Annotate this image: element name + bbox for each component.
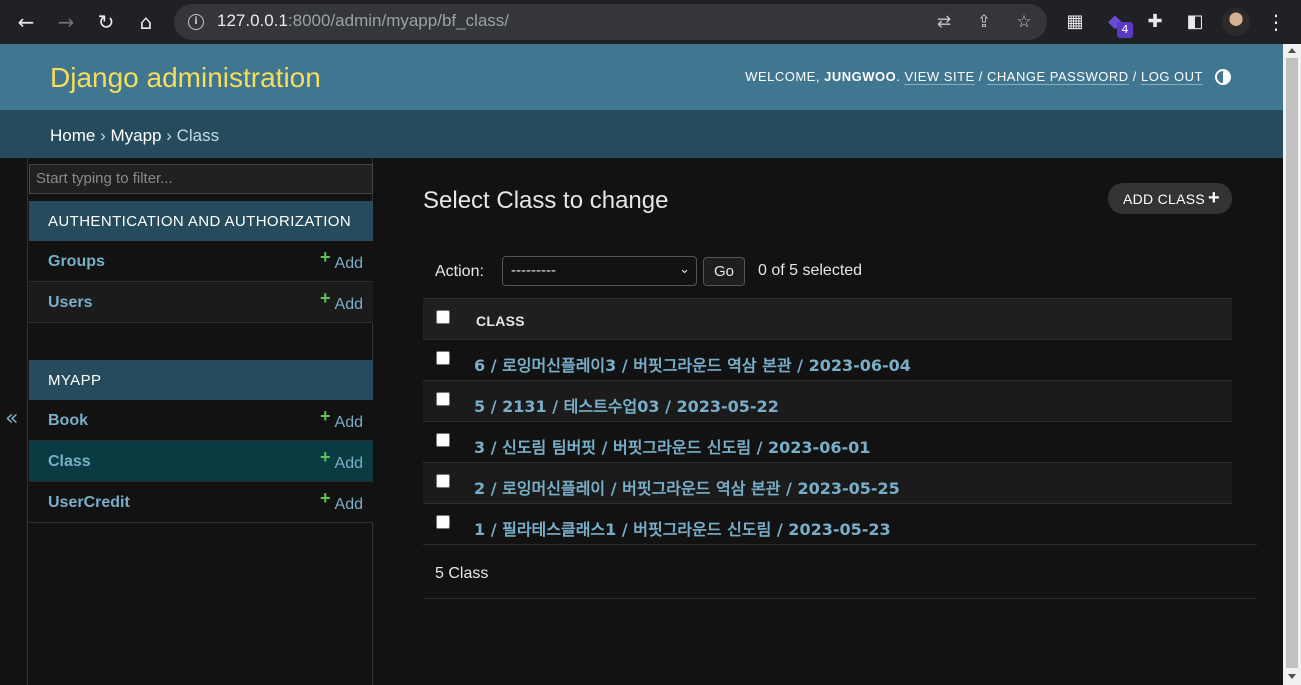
welcome-text: Welcome, — [745, 69, 820, 84]
add-users-link[interactable]: + Add — [320, 288, 363, 314]
table-row: 6 / 로잉머신플레이3 / 버핏그라운드 역삼 본관 / 2023-06-04 — [423, 340, 1232, 381]
row-checkbox[interactable] — [436, 515, 450, 529]
theme-toggle-icon[interactable] — [1215, 69, 1231, 85]
breadcrumb-home[interactable]: Home — [50, 126, 95, 145]
page-title: Select Class to change — [423, 187, 669, 214]
table-row: 5 / 2131 / 테스트수업03 / 2023-05-22 — [423, 381, 1232, 422]
action-select[interactable]: --------- ⌄ — [502, 256, 697, 286]
paginator: 5 Class — [423, 544, 1257, 599]
sidebar-item-book[interactable]: Book + Add — [29, 400, 373, 441]
add-class-link[interactable]: + Add — [320, 447, 363, 473]
module-myapp-caption[interactable]: Myapp — [29, 360, 373, 400]
user-tools: Welcome, jungwoo. View site / Change pas… — [745, 69, 1203, 85]
plus-icon: + — [1208, 187, 1220, 209]
log-out-link[interactable]: Log out — [1140, 69, 1203, 85]
row-link[interactable]: 5 / 2131 / 테스트수업03 / 2023-05-22 — [474, 393, 779, 417]
actions-bar: Action: --------- ⌄ Go 0 of 5 selected — [423, 243, 1232, 298]
site-branding[interactable]: Django administration — [50, 62, 321, 94]
share-icon[interactable]: ⇪ — [974, 12, 994, 32]
module-auth-caption[interactable]: Authentication and Authorization — [29, 201, 373, 241]
admin-header: Django administration Welcome, jungwoo. … — [0, 44, 1283, 110]
add-book-link[interactable]: + Add — [320, 406, 363, 432]
sidebar-item-groups[interactable]: Groups + Add — [29, 241, 373, 282]
plus-icon: + — [320, 288, 331, 308]
collapse-sidebar-icon[interactable]: « — [5, 406, 18, 431]
home-icon[interactable]: ⌂ — [132, 8, 160, 36]
column-header-class[interactable]: CLASS — [476, 313, 525, 329]
vertical-scrollbar[interactable] — [1283, 44, 1301, 685]
row-checkbox[interactable] — [436, 392, 450, 406]
chevron-down-icon: ⌄ — [679, 261, 690, 276]
extensions-puzzle-icon[interactable]: ✚ — [1143, 10, 1167, 34]
change-password-link[interactable]: Change password — [987, 69, 1129, 85]
table-row: 1 / 필라테스클래스1 / 버핏그라운드 신도림 / 2023-05-23 — [423, 504, 1232, 545]
scroll-down-icon[interactable] — [1288, 674, 1296, 679]
plus-icon: + — [320, 247, 331, 267]
action-label: Action: — [435, 263, 484, 280]
table-row: 2 / 로잉머신플레이 / 버핏그라운드 역삼 본관 / 2023-05-25 — [423, 463, 1232, 504]
translate-icon[interactable]: ⇄ — [934, 12, 954, 32]
back-icon[interactable]: ← — [12, 8, 40, 36]
view-site-link[interactable]: View site — [904, 69, 975, 85]
bookmark-star-icon[interactable]: ☆ — [1014, 12, 1034, 32]
go-button[interactable]: Go — [703, 257, 745, 286]
sidebar-item-label[interactable]: Groups — [48, 253, 105, 271]
sidebar-item-label[interactable]: Class — [48, 453, 91, 471]
extension-badge: 4 — [1117, 22, 1133, 38]
row-checkbox[interactable] — [436, 351, 450, 365]
breadcrumb-app[interactable]: Myapp — [110, 126, 161, 145]
selection-counter: 0 of 5 selected — [758, 262, 863, 279]
row-link[interactable]: 2 / 로잉머신플레이 / 버핏그라운드 역삼 본관 / 2023-05-25 — [474, 475, 900, 499]
profile-avatar[interactable] — [1222, 8, 1250, 36]
sidebar-item-users[interactable]: Users + Add — [29, 282, 373, 323]
plus-icon: + — [320, 406, 331, 426]
reload-icon[interactable]: ↻ — [92, 8, 120, 36]
scroll-thumb[interactable] — [1286, 58, 1298, 668]
nav-sidebar: Start typing to filter... Authentication… — [27, 158, 373, 685]
side-panel-icon[interactable]: ◧ — [1183, 10, 1207, 34]
plus-icon: + — [320, 488, 331, 508]
row-checkbox[interactable] — [436, 474, 450, 488]
forward-icon[interactable]: → — [52, 8, 80, 36]
row-link[interactable]: 1 / 필라테스클래스1 / 버핏그라운드 신도림 / 2023-05-23 — [474, 516, 891, 540]
browser-toolbar: ← → ↻ ⌂ i 127.0.0.1:8000/admin/myapp/bf_… — [0, 0, 1301, 44]
row-link[interactable]: 6 / 로잉머신플레이3 / 버핏그라운드 역삼 본관 / 2023-06-04 — [474, 352, 911, 376]
add-groups-link[interactable]: + Add — [320, 247, 363, 273]
toggle-nav-sidebar[interactable]: « — [0, 158, 27, 685]
plus-icon: + — [320, 447, 331, 467]
sidebar-item-label[interactable]: Book — [48, 412, 88, 430]
breadcrumb: Home › Myapp › Class — [0, 110, 1283, 158]
row-checkbox[interactable] — [436, 433, 450, 447]
sidebar-item-label[interactable]: Users — [48, 294, 92, 312]
site-info-icon[interactable]: i — [188, 14, 204, 30]
url-text[interactable]: 127.0.0.1:8000/admin/myapp/bf_class/ — [217, 11, 509, 31]
sidebar-item-label[interactable]: UserCredit — [48, 494, 130, 512]
table-row: 3 / 신도림 팀버핏 / 버핏그라운드 신도림 / 2023-06-01 — [423, 422, 1232, 463]
qr-code-icon[interactable]: ▦ — [1063, 10, 1087, 34]
add-class-button[interactable]: ADD CLASS + — [1108, 183, 1232, 214]
result-count: 5 Class — [435, 565, 489, 582]
sidebar-item-class[interactable]: Class + Add — [29, 441, 373, 482]
scroll-up-icon[interactable] — [1288, 48, 1296, 53]
page-viewport: Django administration Welcome, jungwoo. … — [0, 44, 1283, 685]
sidebar-filter-input[interactable]: Start typing to filter... — [29, 164, 373, 194]
username: jungwoo — [824, 69, 897, 84]
breadcrumb-current: Class — [176, 126, 220, 145]
address-bar[interactable]: i 127.0.0.1:8000/admin/myapp/bf_class/ ⇄… — [174, 4, 1047, 40]
sidebar-item-usercredit[interactable]: UserCredit + Add — [29, 482, 373, 523]
browser-menu-icon[interactable]: ⋮ — [1266, 8, 1286, 36]
table-header: CLASS — [423, 298, 1232, 340]
row-link[interactable]: 3 / 신도림 팀버핏 / 버핏그라운드 신도림 / 2023-06-01 — [474, 434, 870, 458]
select-all-checkbox[interactable] — [436, 310, 450, 324]
add-usercredit-link[interactable]: + Add — [320, 488, 363, 514]
